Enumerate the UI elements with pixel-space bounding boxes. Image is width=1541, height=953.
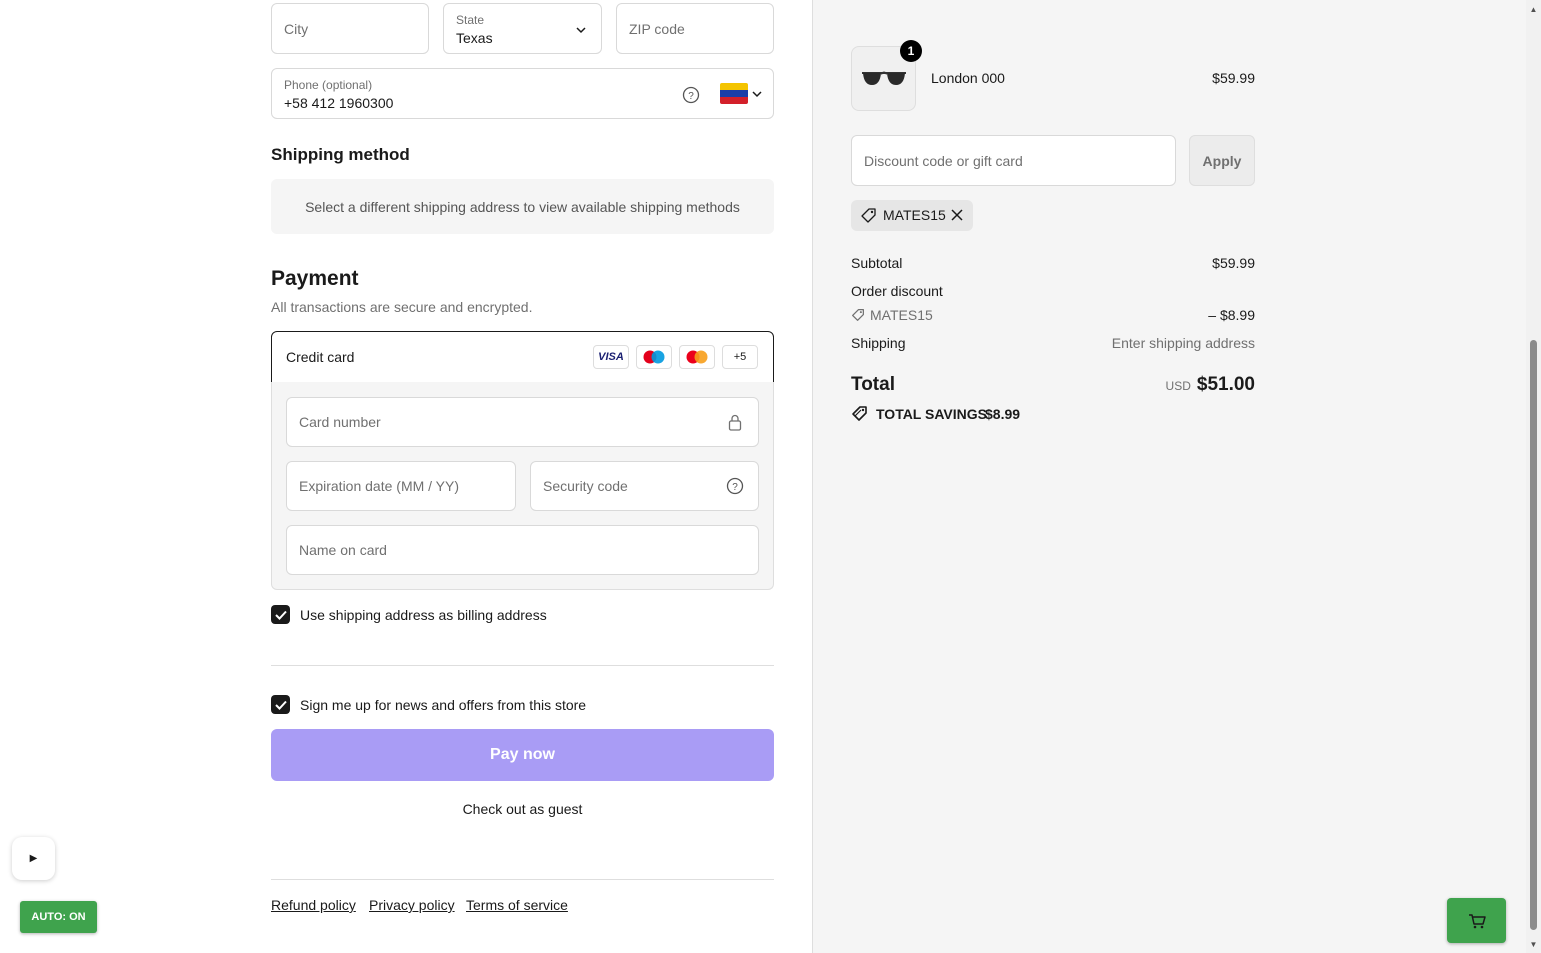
card-number-input[interactable]: Card number [286, 397, 759, 447]
security-code-placeholder: Security code [543, 478, 628, 494]
cart-button[interactable] [1447, 898, 1506, 943]
shipping-method-message: Select a different shipping address to v… [305, 198, 740, 215]
pay-now-button[interactable]: Pay now [271, 729, 774, 781]
tag-icon [861, 208, 876, 223]
currency-code: USD [1165, 379, 1191, 393]
checkmark-icon [274, 700, 287, 710]
discount-code-placeholder: Discount code or gift card [864, 152, 1023, 169]
sunglasses-icon [862, 71, 906, 85]
zip-placeholder: ZIP code [629, 20, 685, 37]
expiration-date-input[interactable]: Expiration date (MM / YY) [286, 461, 516, 511]
scrollbar-thumb[interactable] [1530, 340, 1537, 930]
subtotal-value: $59.99 [1212, 255, 1255, 271]
subtotal-label: Subtotal [851, 255, 903, 271]
city-placeholder: City [284, 20, 309, 37]
terms-of-service-link[interactable]: Terms of service [466, 897, 568, 913]
expiration-placeholder: Expiration date (MM / YY) [299, 478, 460, 494]
shipping-value: Enter shipping address [1111, 335, 1255, 351]
visa-icon: VISA [593, 345, 629, 369]
shipping-method-title: Shipping method [271, 145, 410, 164]
close-icon[interactable] [951, 209, 963, 221]
divider [271, 665, 774, 666]
play-icon: ▶ [29, 853, 38, 864]
phone-input[interactable]: Phone (optional) +58 412 1960300 ? [271, 68, 774, 119]
refund-policy-link[interactable]: Refund policy [271, 897, 356, 913]
billing-address-checkbox[interactable] [271, 605, 290, 624]
play-button[interactable]: ▶ [12, 837, 55, 880]
phone-value: +58 412 1960300 [284, 95, 394, 111]
tag-icon [852, 309, 864, 321]
product-price: $59.99 [1212, 70, 1255, 86]
cart-icon [1468, 913, 1486, 928]
total-savings-value: $8.99 [985, 406, 1021, 422]
help-icon[interactable]: ? [726, 477, 744, 495]
applied-discount-code: MATES15 [883, 207, 946, 223]
payment-title: Payment [271, 267, 359, 290]
maestro-icon [636, 345, 672, 369]
help-icon[interactable]: ? [682, 86, 700, 104]
total-amount: USD $51.00 [1166, 374, 1255, 396]
state-label: State [456, 13, 485, 27]
state-value: Texas [456, 30, 493, 46]
order-discount-value: – $8.99 [1208, 307, 1255, 323]
svg-text:?: ? [732, 482, 738, 493]
scrollbar[interactable]: ▲ ▼ [1526, 0, 1541, 953]
shipping-method-notice: Select a different shipping address to v… [271, 179, 774, 234]
phone-label: Phone (optional) [284, 78, 373, 92]
discount-code-input[interactable]: Discount code or gift card [851, 135, 1176, 186]
card-details-panel: Card number Expiration date (MM / YY) Se… [271, 382, 774, 590]
privacy-policy-link[interactable]: Privacy policy [369, 897, 455, 913]
newsletter-label: Sign me up for news and offers from this… [300, 697, 587, 713]
total-savings-label: TOTAL SAVINGS [876, 406, 987, 422]
apply-discount-button[interactable]: Apply [1189, 135, 1255, 186]
state-select[interactable]: State Texas [443, 3, 602, 54]
product-name: London 000 [931, 70, 1005, 86]
order-discount-label: Order discount [851, 283, 943, 299]
credit-card-label: Credit card [286, 349, 355, 365]
divider [271, 879, 774, 880]
security-code-input[interactable]: Security code ? [530, 461, 759, 511]
credit-card-option[interactable]: Credit card VISA +5 [271, 331, 774, 383]
shipping-label: Shipping [851, 335, 906, 351]
order-discount-code: MATES15 [870, 307, 933, 323]
applied-discount-chip: MATES15 [851, 200, 973, 231]
chevron-down-icon[interactable] [752, 89, 762, 99]
lock-icon [728, 414, 742, 431]
total-value: $51.00 [1196, 374, 1255, 395]
quantity-badge: 1 [900, 40, 922, 62]
venezuela-flag-icon[interactable] [720, 83, 748, 104]
guest-checkout-link[interactable]: Check out as guest [271, 801, 774, 817]
zip-input[interactable]: ZIP code [616, 3, 774, 54]
more-cards-badge: +5 [722, 345, 758, 369]
scroll-down-icon[interactable]: ▼ [1526, 937, 1541, 951]
savings-tag-icon [852, 406, 867, 421]
chevron-down-icon [576, 27, 586, 34]
svg-text:?: ? [688, 91, 694, 102]
card-number-placeholder: Card number [299, 414, 381, 430]
name-on-card-input[interactable]: Name on card [286, 525, 759, 575]
total-label: Total [851, 374, 895, 395]
city-input[interactable]: City [271, 3, 429, 54]
checkout-form: City State Texas ZIP code Phone (optiona… [0, 0, 812, 953]
scroll-up-icon[interactable]: ▲ [1526, 2, 1541, 16]
checkmark-icon [274, 610, 287, 620]
auto-toggle-button[interactable]: AUTO: ON [20, 901, 97, 933]
payment-subtitle: All transactions are secure and encrypte… [271, 299, 533, 315]
newsletter-checkbox[interactable] [271, 695, 290, 714]
mastercard-icon [679, 345, 715, 369]
name-on-card-placeholder: Name on card [299, 542, 387, 558]
billing-address-label: Use shipping address as billing address [300, 607, 547, 623]
